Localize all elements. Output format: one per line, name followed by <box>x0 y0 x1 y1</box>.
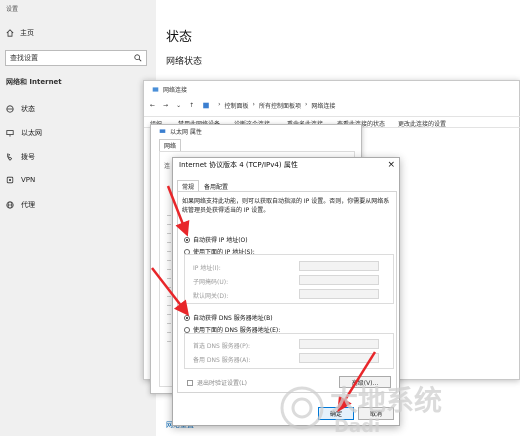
control-panel-icon <box>203 102 209 108</box>
site-watermark-logo: 大地系统 Dadi <box>280 384 442 436</box>
breadcrumb-separator: › <box>304 100 308 108</box>
sidebar-item-vpn[interactable]: VPN <box>6 176 35 184</box>
breadcrumb-item[interactable]: 所有控制面板项 <box>259 101 301 110</box>
sidebar-item-label: 代理 <box>21 201 35 209</box>
default-gateway-input[interactable] <box>299 289 379 299</box>
back-icon[interactable]: ← <box>150 102 155 109</box>
sidebar-item-label: 拨号 <box>21 153 35 161</box>
home-icon <box>6 29 14 37</box>
section-title: 网络和 Internet <box>6 78 62 86</box>
checkbox-box <box>187 379 193 386</box>
page-subtitle: 网络状态 <box>166 57 203 67</box>
radio-unselected-icon <box>184 326 190 333</box>
field-label: 首选 DNS 服务器(P): <box>193 343 251 350</box>
checkbox-label: 退出时验证设置(L) <box>197 380 248 387</box>
ip-address-group: IP 地址(I): 子网掩码(U): 默认网关(D): <box>184 254 394 304</box>
window-title: 网络连接 <box>152 85 187 94</box>
network-folder-icon <box>152 87 159 92</box>
radio-selected-icon <box>184 236 190 243</box>
radio-label: 自动获得 DNS 服务器地址(B) <box>193 315 273 322</box>
tab-network[interactable]: 网络 <box>159 139 181 151</box>
settings-sidebar: 设置 主页 查找设置 网络和 Internet 状态 以太网 拨号 VPN 代理 <box>0 0 156 436</box>
radio-auto-ip[interactable]: 自动获得 IP 地址(O) <box>184 235 248 244</box>
dialog-titlebar: Internet 协议版本 4 (TCP/IPv4) 属性 × <box>173 158 401 172</box>
sidebar-item-label: 以太网 <box>21 129 42 137</box>
home-nav-item[interactable]: 主页 <box>6 28 34 38</box>
vpn-icon <box>6 176 14 184</box>
chevron-down-icon[interactable]: ⌄ <box>176 102 181 109</box>
search-placeholder: 查找设置 <box>10 54 38 62</box>
breadcrumb: › 控制面板 › 所有控制面板项 › 网络连接 <box>218 101 335 110</box>
address-bar: ← → ⌄ ↑ › 控制面板 › 所有控制面板项 › 网络连接 <box>150 98 515 112</box>
globe-icon <box>6 201 14 209</box>
dialog-title-text: 以太网 属性 <box>170 129 202 136</box>
sidebar-item-dialup[interactable]: 拨号 <box>6 152 35 162</box>
description-text: 如果网络支持此功能，则可以获取自动指派的 IP 设置。否则，你需要从网络系统管理… <box>182 198 390 214</box>
dialog-title: 以太网 属性 <box>159 127 202 136</box>
radio-selected-icon <box>184 314 190 321</box>
subnet-mask-input[interactable] <box>299 275 379 285</box>
radio-label: 自动获得 IP 地址(O) <box>193 237 248 244</box>
network-adapter-icon <box>159 129 166 133</box>
sidebar-item-label: 状态 <box>21 105 35 113</box>
status-icon <box>6 105 14 113</box>
ethernet-icon <box>6 130 14 137</box>
sidebar-item-ethernet[interactable]: 以太网 <box>6 128 42 138</box>
dns-group: 首选 DNS 服务器(P): 备用 DNS 服务器(A): <box>184 333 394 369</box>
watermark-text: 大地系统 <box>330 384 442 417</box>
sidebar-item-label: VPN <box>21 176 36 184</box>
forward-icon[interactable]: → <box>163 102 168 109</box>
page-title: 状态 <box>166 30 193 45</box>
field-label: IP 地址(I): <box>193 265 221 272</box>
general-tab-panel: 如果网络支持此功能，则可以获取自动指派的 IP 设置。否则，你需要从网络系统管理… <box>177 191 397 393</box>
up-icon[interactable]: ↑ <box>189 102 194 109</box>
connect-using-label: 连 <box>164 163 171 170</box>
field-label: 默认网关(D): <box>193 293 229 300</box>
toolbar-change-settings[interactable]: 更改此连接的设置 <box>398 119 446 128</box>
radio-auto-dns[interactable]: 自动获得 DNS 服务器地址(B) <box>184 313 273 322</box>
field-label: 备用 DNS 服务器(A): <box>193 357 251 364</box>
validate-on-exit-checkbox[interactable]: 退出时验证设置(L) <box>187 378 247 387</box>
breadcrumb-item[interactable]: 网络连接 <box>311 101 335 110</box>
search-icon <box>134 54 142 62</box>
app-title: 设置 <box>6 6 19 13</box>
alternate-dns-input[interactable] <box>299 353 379 363</box>
preferred-dns-input[interactable] <box>299 339 379 349</box>
search-input[interactable]: 查找设置 <box>5 50 147 66</box>
breadcrumb-separator: › <box>252 100 255 108</box>
dialup-icon <box>7 153 13 161</box>
sidebar-item-status[interactable]: 状态 <box>6 104 35 114</box>
sidebar-item-proxy[interactable]: 代理 <box>6 200 35 210</box>
breadcrumb-separator: › <box>218 100 221 108</box>
close-icon[interactable]: × <box>387 160 395 170</box>
watermark-subtext: Dadi <box>334 416 380 436</box>
ip-address-input[interactable] <box>299 261 379 271</box>
field-label: 子网掩码(U): <box>193 279 229 286</box>
window-title-text: 网络连接 <box>163 87 188 94</box>
breadcrumb-item[interactable]: 控制面板 <box>225 101 249 110</box>
dialog-title: Internet 协议版本 4 (TCP/IPv4) 属性 <box>179 161 298 169</box>
home-label: 主页 <box>20 29 34 37</box>
